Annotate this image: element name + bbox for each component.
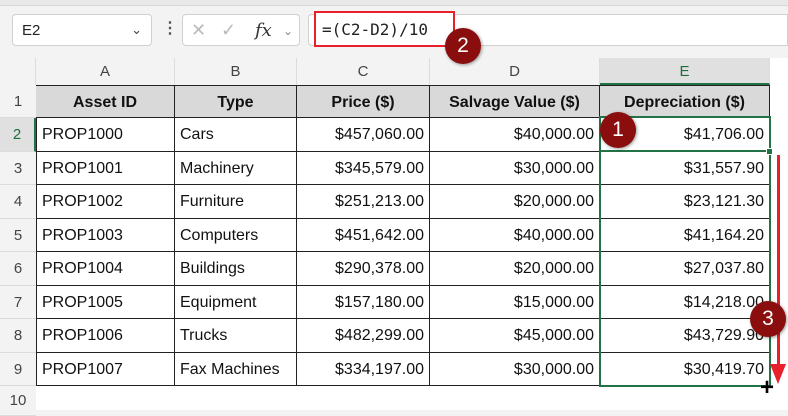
table-cell[interactable]: $290,378.00 — [297, 252, 430, 286]
fill-cursor-icon: + — [760, 374, 775, 401]
table-cell[interactable]: $20,000.00 — [430, 252, 600, 286]
table-cell[interactable]: Buildings — [175, 252, 297, 286]
table-cell[interactable]: Fax Machines — [175, 352, 297, 386]
table-cell[interactable]: PROP1006 — [36, 319, 175, 353]
header-cell[interactable]: Salvage Value ($) — [430, 85, 600, 118]
fill-handle[interactable] — [766, 148, 773, 155]
table-cell[interactable]: $345,579.00 — [297, 151, 430, 185]
row-header-9[interactable]: 9 — [0, 352, 36, 386]
chevron-down-icon[interactable]: ⌄ — [283, 24, 293, 38]
row-header-4[interactable]: 4 — [0, 185, 36, 219]
row-header-1[interactable]: 1 — [0, 85, 36, 118]
header-cell[interactable]: Price ($) — [297, 85, 430, 118]
table-cell[interactable]: PROP1000 — [36, 118, 175, 152]
drag-arrow — [777, 155, 780, 370]
formula-input[interactable]: =(C2-D2)/10 — [314, 11, 455, 47]
table-cell[interactable]: $451,642.00 — [297, 218, 430, 252]
table-cell[interactable]: $30,000.00 — [430, 151, 600, 185]
table-cell[interactable]: $40,000.00 — [430, 118, 600, 152]
step-badge-2: 2 — [445, 28, 481, 64]
table-cell[interactable]: $40,000.00 — [430, 218, 600, 252]
table-cell[interactable]: Computers — [175, 218, 297, 252]
ribbon-edge — [0, 0, 788, 6]
table-cell[interactable]: $251,213.00 — [297, 185, 430, 219]
row-header-5[interactable]: 5 — [0, 218, 36, 252]
table-cell[interactable]: $20,000.00 — [430, 185, 600, 219]
table-cell[interactable]: PROP1001 — [36, 151, 175, 185]
table-cell[interactable]: PROP1003 — [36, 218, 175, 252]
column-header-c[interactable]: C — [297, 58, 430, 85]
formula-controls: ✕ ✓ fx ⌄ — [182, 14, 300, 46]
selection-range — [599, 116, 771, 387]
table-cell[interactable]: Furniture — [175, 185, 297, 219]
select-all-button[interactable] — [0, 58, 36, 85]
table-cell[interactable]: $457,060.00 — [297, 118, 430, 152]
name-box-value: E2 — [22, 22, 41, 39]
table-cell[interactable]: Cars — [175, 118, 297, 152]
header-cell[interactable]: Asset ID — [36, 85, 175, 118]
table-cell[interactable]: Machinery — [175, 151, 297, 185]
step-badge-3: 3 — [750, 301, 786, 337]
table-cell[interactable]: $157,180.00 — [297, 285, 430, 319]
table-cell[interactable]: $45,000.00 — [430, 319, 600, 353]
table-cell[interactable]: $482,299.00 — [297, 319, 430, 353]
row-header-6[interactable]: 6 — [0, 252, 36, 286]
row-header-8[interactable]: 8 — [0, 319, 36, 353]
row-header-10[interactable]: 10 — [0, 386, 36, 416]
table-cell[interactable]: $334,197.00 — [297, 352, 430, 386]
column-header-e[interactable]: E — [600, 58, 770, 85]
cancel-icon[interactable]: ✕ — [191, 20, 206, 41]
enter-icon[interactable]: ✓ — [221, 20, 236, 41]
table-cell[interactable]: $30,000.00 — [430, 352, 600, 386]
row-header-7[interactable]: 7 — [0, 285, 36, 319]
name-box[interactable]: E2 ⌄ — [12, 14, 152, 46]
column-header-a[interactable]: A — [36, 58, 175, 85]
row-header-3[interactable]: 3 — [0, 151, 36, 185]
table-cell[interactable]: PROP1005 — [36, 285, 175, 319]
table-cell[interactable]: PROP1004 — [36, 252, 175, 286]
table-cell[interactable]: PROP1002 — [36, 185, 175, 219]
column-header-b[interactable]: B — [175, 58, 297, 85]
step-badge-1: 1 — [600, 112, 636, 148]
table-cell[interactable]: PROP1007 — [36, 352, 175, 386]
table-cell[interactable]: Trucks — [175, 319, 297, 353]
insert-function-icon[interactable]: fx — [255, 20, 272, 41]
table-cell[interactable]: $15,000.00 — [430, 285, 600, 319]
more-options-icon[interactable]: ⋮ — [162, 18, 178, 38]
row-header-2[interactable]: 2 — [0, 118, 36, 152]
chevron-down-icon[interactable]: ⌄ — [131, 22, 142, 38]
header-cell[interactable]: Type — [175, 85, 297, 118]
table-cell[interactable]: Equipment — [175, 285, 297, 319]
